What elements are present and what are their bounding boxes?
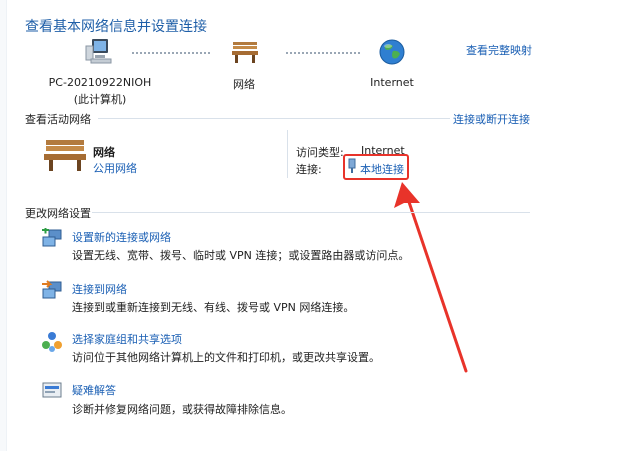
troubleshoot-link[interactable]: 疑难解答	[72, 382, 116, 398]
connect-disconnect-link[interactable]: 连接或断开连接	[453, 111, 530, 127]
active-network-section-title: 查看活动网络	[25, 113, 91, 126]
left-edge-panel	[0, 0, 7, 451]
computer-icon	[84, 38, 114, 66]
new-connection-icon	[41, 228, 63, 248]
connect-to-network-desc: 连接到或重新连接到无线、有线、拨号或 VPN 网络连接。	[72, 301, 355, 314]
network-type-link[interactable]: 公用网络	[93, 160, 137, 176]
homegroup-sharing-link[interactable]: 选择家庭组和共享选项	[72, 331, 182, 347]
globe-icon	[378, 38, 406, 66]
homegroup-sharing-desc: 访问位于其他网络计算机上的文件和打印机，或更改共享设置。	[72, 351, 380, 364]
access-type-label: 访问类型:	[296, 146, 344, 159]
map-connector-line	[132, 52, 210, 55]
section-divider	[98, 118, 450, 119]
map-connector-line	[286, 52, 360, 55]
internet-label: Internet	[370, 76, 414, 89]
homegroup-icon	[41, 331, 63, 353]
connect-to-network-link[interactable]: 连接到网络	[72, 281, 127, 297]
bench-icon	[43, 138, 87, 172]
annotation-highlight-box	[343, 154, 409, 180]
annotation-arrow	[380, 178, 480, 378]
troubleshoot-desc: 诊断并修复网络问题，或获得故障排除信息。	[72, 403, 292, 416]
active-network-name: 网络	[93, 146, 115, 159]
network-label: 网络	[233, 78, 255, 91]
section-divider	[92, 212, 530, 213]
computer-sub-label: (此计算机)	[73, 93, 127, 106]
vertical-divider	[287, 130, 288, 178]
connect-network-icon	[41, 280, 63, 300]
page-title: 查看基本网络信息并设置连接	[25, 19, 207, 35]
computer-name: PC-20210922NIOH	[48, 76, 152, 89]
connection-label: 连接:	[296, 163, 322, 176]
setup-new-connection-link[interactable]: 设置新的连接或网络	[72, 229, 171, 245]
troubleshoot-icon	[42, 382, 62, 400]
bench-icon	[231, 40, 259, 64]
view-full-map-link[interactable]: 查看完整映射	[466, 42, 532, 58]
change-settings-section-title: 更改网络设置	[25, 207, 91, 220]
setup-new-connection-desc: 设置无线、宽带、拨号、临时或 VPN 连接；或设置路由器或访问点。	[72, 249, 410, 262]
